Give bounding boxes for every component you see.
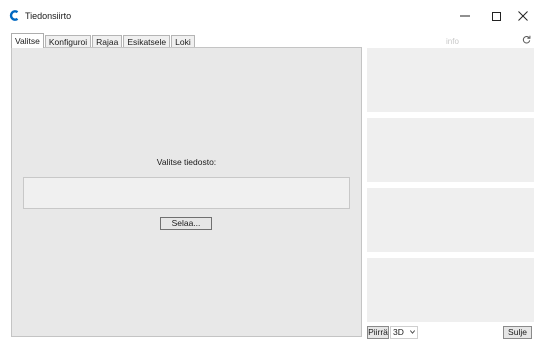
app-logo-icon	[9, 10, 19, 21]
info-panel-1	[367, 48, 534, 112]
info-panel-2	[367, 118, 534, 182]
tab-valitse[interactable]: Valitse	[11, 33, 44, 48]
close-window-button[interactable]	[506, 0, 534, 32]
draw-button[interactable]: Piirrä	[367, 326, 389, 339]
file-path-field[interactable]	[23, 177, 350, 209]
info-label: info	[446, 37, 459, 46]
select-file-panel: Valitse tiedosto: Selaa...	[11, 47, 362, 337]
browse-button[interactable]: Selaa...	[160, 217, 212, 230]
title-bar[interactable]: Tiedonsiirto	[0, 0, 534, 32]
view-mode-value: 3D	[393, 327, 404, 337]
maximize-icon	[491, 11, 501, 21]
tab-strip: Valitse Konfiguroi Rajaa Esikatsele Loki	[11, 33, 196, 48]
minimize-button[interactable]	[448, 0, 482, 32]
app-window: Tiedonsiirto Valitse Konfiguroi Rajaa Es…	[0, 0, 534, 340]
info-panel-4	[367, 258, 534, 322]
window-title: Tiedonsiirto	[25, 11, 72, 21]
close-button[interactable]: Sulje	[503, 326, 532, 339]
view-mode-select[interactable]: 3D	[390, 326, 418, 339]
chevron-down-icon	[410, 330, 415, 334]
refresh-icon[interactable]	[522, 35, 531, 44]
info-panel-3	[367, 188, 534, 252]
select-file-prompt: Valitse tiedosto:	[156, 157, 217, 167]
minimize-icon	[460, 15, 470, 17]
close-icon	[518, 11, 528, 21]
